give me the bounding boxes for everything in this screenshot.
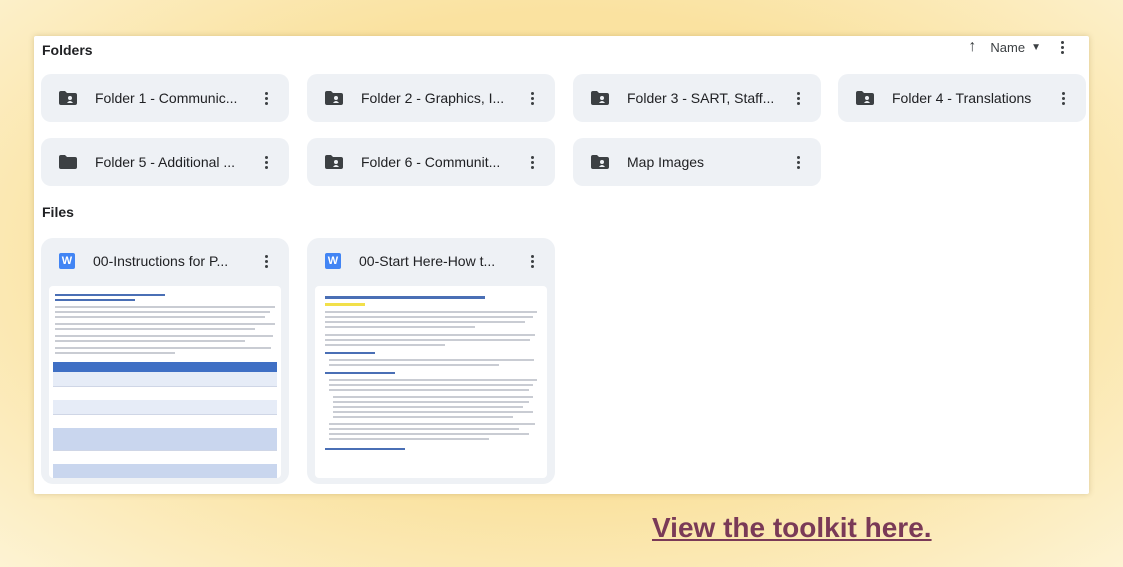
shared-folder-icon xyxy=(59,91,77,105)
file-name: 00-Instructions for P... xyxy=(93,253,229,269)
folder-name: Folder 5 - Additional ... xyxy=(95,154,236,170)
sort-name-label: Name xyxy=(990,39,1026,55)
folder-more-icon[interactable] xyxy=(525,91,539,105)
file-name: 00-Start Here-How t... xyxy=(359,253,496,269)
file-more-icon[interactable] xyxy=(259,254,273,268)
more-options-icon[interactable] xyxy=(1055,40,1069,54)
folder-item[interactable]: Folder 6 - Communit... xyxy=(307,138,555,186)
folder-more-icon[interactable] xyxy=(1056,91,1070,105)
file-card[interactable]: W 00-Start Here-How t... xyxy=(307,238,555,484)
file-card[interactable]: W 00-Instructions for P... xyxy=(41,238,289,484)
folder-name: Folder 3 - SART, Staff... xyxy=(627,90,775,106)
shared-folder-icon xyxy=(591,91,609,105)
document-thumbnail xyxy=(315,286,547,478)
folder-item[interactable]: Map Images xyxy=(573,138,821,186)
folder-name: Folder 2 - Graphics, I... xyxy=(361,90,505,106)
folder-name: Map Images xyxy=(627,154,705,170)
folder-more-icon[interactable] xyxy=(791,155,805,169)
folder-more-icon[interactable] xyxy=(525,155,539,169)
folder-more-icon[interactable] xyxy=(791,91,805,105)
folder-item[interactable]: Folder 1 - Communic... xyxy=(41,74,289,122)
sort-name-dropdown[interactable]: Name ▼ xyxy=(990,40,1041,55)
folder-name: Folder 4 - Translations xyxy=(892,90,1032,106)
view-toolkit-link[interactable]: View the toolkit here. xyxy=(652,512,932,544)
document-thumbnail xyxy=(49,286,281,478)
folder-more-icon[interactable] xyxy=(259,91,273,105)
caret-down-icon: ▼ xyxy=(1031,41,1041,53)
folder-item[interactable]: Folder 5 - Additional ... xyxy=(41,138,289,186)
word-doc-icon: W xyxy=(59,253,75,269)
file-more-icon[interactable] xyxy=(525,254,539,268)
folders-heading: Folders xyxy=(42,42,93,58)
folder-name: Folder 1 - Communic... xyxy=(95,90,238,106)
folder-icon xyxy=(59,155,77,169)
files-heading: Files xyxy=(42,204,74,220)
shared-folder-icon xyxy=(325,155,343,169)
drive-screenshot: Folders ↑ Name ▼ Folder 1 - Communic... … xyxy=(34,36,1089,494)
sort-bar: ↑ Name ▼ xyxy=(968,38,1069,56)
word-doc-icon: W xyxy=(325,253,341,269)
sort-direction-icon[interactable]: ↑ xyxy=(968,38,976,56)
file-header: W 00-Start Here-How t... xyxy=(307,238,555,284)
folder-name: Folder 6 - Communit... xyxy=(361,154,501,170)
shared-folder-icon xyxy=(856,91,874,105)
folder-item[interactable]: Folder 4 - Translations xyxy=(838,74,1086,122)
folder-item[interactable]: Folder 2 - Graphics, I... xyxy=(307,74,555,122)
folder-item[interactable]: Folder 3 - SART, Staff... xyxy=(573,74,821,122)
folder-more-icon[interactable] xyxy=(259,155,273,169)
shared-folder-icon xyxy=(591,155,609,169)
shared-folder-icon xyxy=(325,91,343,105)
file-header: W 00-Instructions for P... xyxy=(41,238,289,284)
